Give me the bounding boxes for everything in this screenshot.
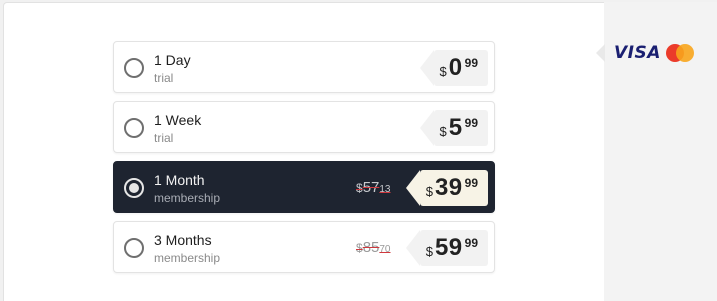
plan-name: 1 Month — [154, 172, 205, 188]
price-amount: 39 — [434, 174, 463, 201]
plan-subtitle: membership — [154, 191, 221, 205]
old-price-cents: 70 — [379, 244, 391, 255]
payment-pointer — [596, 44, 605, 62]
plan-name: 1 Day — [154, 52, 191, 68]
price-currency: $ — [425, 183, 433, 199]
old-price-currency: $ — [356, 241, 363, 255]
price-tag: $ 5 99 — [419, 110, 488, 146]
plan-option-3-months[interactable]: 3 Months membership $8570 $ 59 99 — [113, 221, 495, 273]
price-currency: $ — [439, 63, 447, 79]
old-price-amount: 85 — [362, 239, 380, 256]
price-amount: 59 — [434, 234, 463, 261]
radio-button[interactable] — [124, 58, 144, 78]
plan-option-1-week[interactable]: 1 Week trial $ 5 99 — [113, 101, 495, 153]
old-price-currency: $ — [356, 181, 363, 195]
visa-logo: VISA — [614, 43, 661, 63]
old-price: $5713 — [356, 179, 391, 196]
price-currency: $ — [439, 123, 447, 139]
mastercard-orange-circle — [676, 44, 694, 62]
plan-option-1-day[interactable]: 1 Day trial $ 0 99 — [113, 41, 495, 93]
plan-list: 1 Day trial $ 0 99 1 Week trial $ 5 99 1… — [113, 41, 495, 281]
plan-subtitle: trial — [154, 71, 174, 85]
old-price: $8570 — [356, 239, 391, 256]
price-cents: 99 — [464, 116, 478, 130]
price-cents: 99 — [464, 176, 478, 190]
plan-subtitle: membership — [154, 251, 221, 265]
price-cents: 99 — [464, 236, 478, 250]
radio-button[interactable] — [124, 118, 144, 138]
old-price-cents: 13 — [379, 184, 391, 195]
price-amount: 5 — [448, 114, 463, 141]
plan-name: 3 Months — [154, 232, 212, 248]
price-amount: 0 — [448, 54, 463, 81]
plan-name: 1 Week — [154, 112, 202, 128]
price-currency: $ — [425, 243, 433, 259]
price-tag: $ 39 99 — [405, 170, 488, 206]
price-cents: 99 — [464, 56, 478, 70]
plan-option-1-month[interactable]: 1 Month membership $5713 $ 39 99 — [113, 161, 495, 213]
mastercard-icon — [666, 44, 696, 62]
plan-subtitle: trial — [154, 131, 174, 145]
price-tag: $ 0 99 — [419, 50, 488, 86]
price-tag: $ 59 99 — [405, 230, 488, 266]
radio-button[interactable] — [124, 238, 144, 258]
radio-button-selected[interactable] — [124, 178, 144, 198]
old-price-amount: 57 — [362, 179, 380, 196]
